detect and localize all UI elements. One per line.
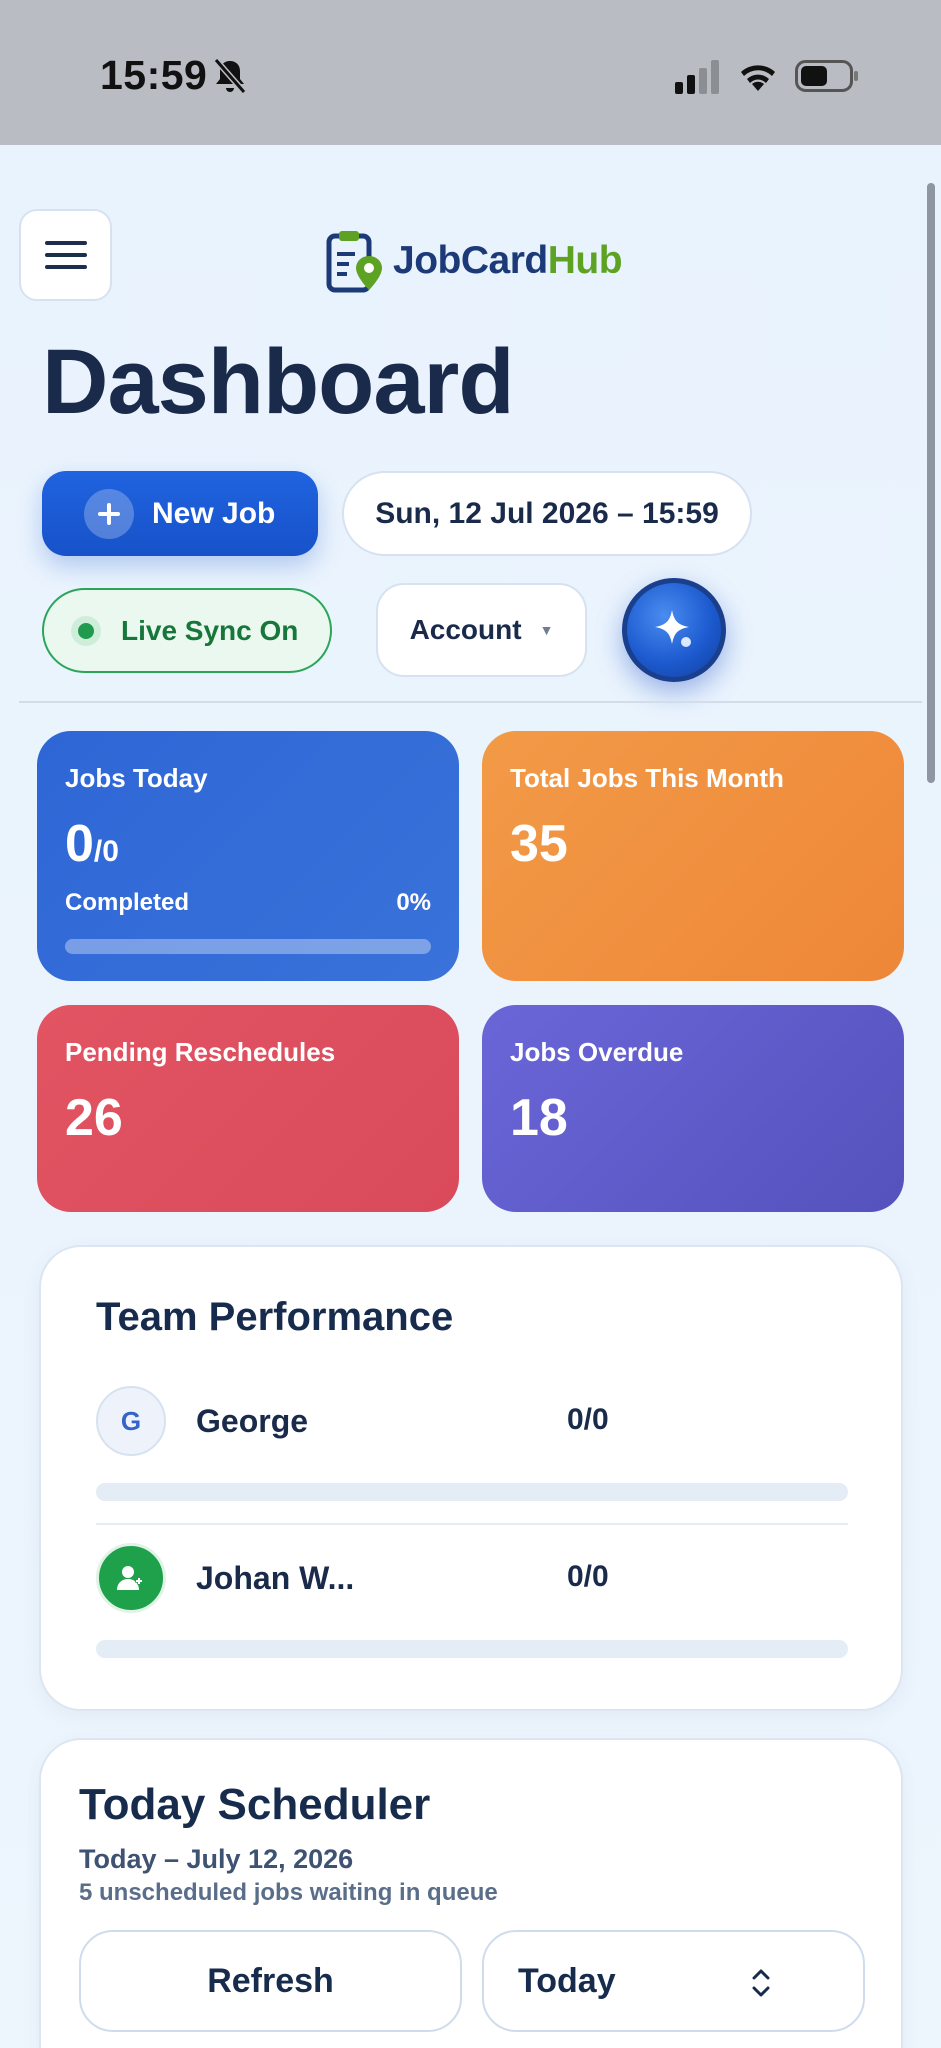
jobs-overdue-value: 18 [510,1089,568,1147]
divider [96,1523,848,1525]
completed-row: Completed 0% [65,889,431,917]
total-month-card[interactable]: Total Jobs This Month 35 [482,731,904,981]
jobs-today-card[interactable]: Jobs Today 0/0 Completed 0% [37,731,459,981]
menu-button[interactable] [19,209,112,301]
new-job-button[interactable]: New Job [42,471,318,556]
wifi-icon [741,65,775,91]
scrollbar[interactable] [927,183,935,783]
bell-off-icon [213,58,247,94]
total-month-value: 35 [510,815,568,873]
ai-assistant-button[interactable] [622,578,726,682]
member-progress [96,1640,848,1658]
status-time: 15:59 [100,52,208,98]
scheduler-date: Today – July 12, 2026 [79,1844,354,1874]
refresh-button[interactable]: Refresh [79,1930,462,2032]
add-user-icon [96,1543,166,1613]
jobs-today-value: 0/0 [65,815,119,873]
account-dropdown[interactable]: Account ▼ [376,583,587,677]
pending-reschedules-card[interactable]: Pending Reschedules 26 [37,1005,459,1212]
datetime-badge: Sun, 12 Jul 2026 – 15:59 [342,471,752,556]
cellular-signal-icon [675,60,719,94]
jobs-today-progress [65,939,431,954]
completed-percent: 0% [396,889,431,916]
total-month-label: Total Jobs This Month [510,763,784,793]
scheduler-title: Today Scheduler [79,1780,431,1829]
live-sync-label: Live Sync On [121,614,299,646]
pending-reschedules-label: Pending Reschedules [65,1037,336,1067]
page-title: Dashboard [42,331,515,433]
scheduler-queue-info: 5 unscheduled jobs waiting in queue [79,1879,498,1906]
battery-icon [795,60,858,92]
divider [19,701,922,703]
team-performance-title: Team Performance [96,1295,454,1339]
jobs-overdue-card[interactable]: Jobs Overdue 18 [482,1005,904,1212]
status-dot-icon [71,615,101,646]
today-scheduler-panel: Today Scheduler Today – July 12, 2026 5 … [39,1738,903,2048]
clipboard-pin-logo-icon [326,231,382,293]
new-job-label: New Job [152,496,276,530]
team-performance-panel: Team Performance G George 0/0 Johan W...… [39,1245,903,1711]
live-sync-toggle[interactable]: Live Sync On [42,588,332,673]
member-name: George [196,1403,309,1439]
hamburger-icon [44,241,87,245]
app-logo[interactable]: JobCardHub [325,226,623,296]
completed-label: Completed [65,889,190,916]
caret-down-icon: ▼ [539,622,554,638]
range-select-value: Today [518,1961,616,2000]
chevron-up-down-icon [752,1969,770,1997]
pending-reschedules-value: 26 [65,1089,123,1147]
jobs-overdue-label: Jobs Overdue [510,1037,684,1067]
account-label: Account [409,614,522,645]
avatar: G [96,1386,166,1456]
member-name: Johan W... [196,1560,355,1596]
logo-text: JobCardHub [393,239,623,282]
status-bar: 15:59 [0,0,941,145]
member-progress [96,1483,848,1501]
jobs-today-label: Jobs Today [65,763,208,793]
member-score: 0/0 [567,1403,609,1436]
member-score: 0/0 [567,1560,609,1593]
sparkle-icon [655,610,691,647]
range-select[interactable]: Today [482,1930,865,2032]
plus-icon [84,488,134,539]
